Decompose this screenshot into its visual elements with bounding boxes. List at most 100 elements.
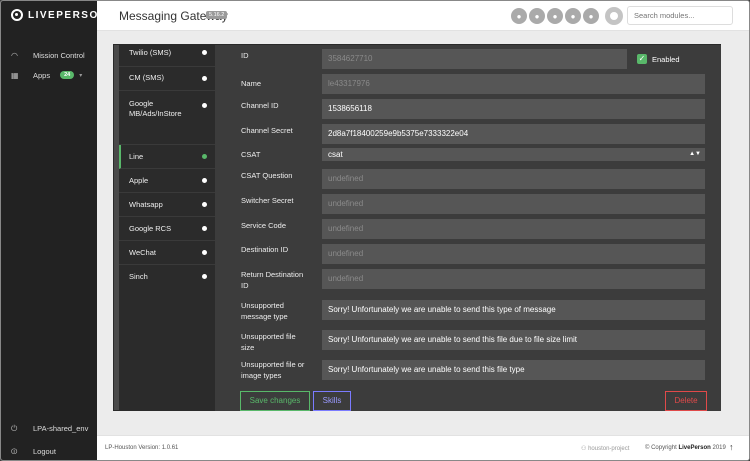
unsupported-file-size-label: Unsupported file size bbox=[241, 331, 296, 353]
unsupported-file-types-field[interactable]: Sorry! Unfortunately we are unable to se… bbox=[322, 360, 705, 380]
service-code-field[interactable]: undefined bbox=[322, 219, 705, 239]
sidebar-item-label: Apps bbox=[33, 70, 51, 80]
app-window: LIVEPERSON ◠ Mission Control ▦ Apps 24 ▾… bbox=[0, 0, 750, 461]
sidebar-item-logout[interactable]: ⏼ Logout bbox=[1, 440, 97, 460]
enabled-checkbox[interactable]: ✓ Enabled bbox=[637, 54, 680, 64]
logo[interactable]: LIVEPERSON bbox=[11, 9, 107, 21]
return-destination-id-label-line1: Return Destination bbox=[241, 270, 304, 279]
user-avatar-icon[interactable]: ● bbox=[565, 8, 581, 24]
footer: LP-Houston Version: 1.0.61 ⚇ houston-pro… bbox=[97, 435, 749, 460]
channel-item-sinch[interactable]: Sinch bbox=[119, 265, 215, 289]
channel-item-cm[interactable]: CM (SMS) bbox=[119, 67, 215, 91]
header: Messaging Gateway 5.16.2 ● ● ● ● ● bbox=[97, 1, 749, 31]
return-destination-id-field[interactable]: undefined bbox=[322, 269, 705, 289]
channel-item-whatsapp[interactable]: Whatsapp bbox=[119, 193, 215, 217]
channel-label: Google MB/Ads/InStore bbox=[129, 99, 182, 118]
search-input[interactable] bbox=[627, 6, 733, 25]
status-dot-icon bbox=[202, 154, 207, 159]
channel-id-field[interactable]: 1538656118 bbox=[322, 99, 705, 119]
service-code-label: Service Code bbox=[241, 221, 287, 230]
delete-button[interactable]: Delete bbox=[665, 391, 707, 411]
channel-label: Apple bbox=[129, 176, 149, 185]
channel-secret-label: Channel Secret bbox=[241, 126, 293, 135]
channel-item-google-mb[interactable]: Google MB/Ads/InStore bbox=[119, 91, 215, 145]
project-name: houston-project bbox=[588, 446, 630, 452]
unsupported-file-types-label: Unsupported file or image types bbox=[241, 359, 304, 381]
channel-label: Whatsapp bbox=[129, 200, 163, 209]
channel-item-twilio[interactable]: Twilio (SMS) bbox=[119, 45, 215, 67]
sidebar-item-mission-control[interactable]: ◠ Mission Control bbox=[1, 45, 97, 65]
channel-label: Line bbox=[129, 152, 144, 161]
channel-form: ID 3584627710 ✓ Enabled Name le43317976 … bbox=[215, 45, 721, 411]
project-link[interactable]: ⚇ houston-project bbox=[581, 445, 629, 452]
save-changes-button[interactable]: Save changes bbox=[240, 391, 310, 411]
status-dot-icon bbox=[202, 50, 207, 55]
user-avatar-icon[interactable]: ● bbox=[547, 8, 563, 24]
sidebar-bottom: ⏻ LPA-shared_env ⏼ Logout bbox=[1, 417, 97, 460]
sidebar-item-env[interactable]: ⏻ LPA-shared_env bbox=[1, 417, 97, 440]
switcher-secret-label: Switcher Secret bbox=[241, 196, 294, 205]
csat-select-value: csat bbox=[328, 150, 343, 159]
unsupported-message-type-label-line1: Unsupported bbox=[241, 301, 284, 310]
side-nav: ◠ Mission Control ▦ Apps 24 ▾ bbox=[1, 45, 97, 85]
copyright-prefix: © Copyright bbox=[645, 445, 677, 451]
checkmark-icon: ✓ bbox=[637, 54, 647, 64]
status-dot-icon bbox=[202, 76, 207, 81]
enabled-label: Enabled bbox=[652, 54, 680, 64]
unsupported-file-types-label-line2: image types bbox=[241, 371, 282, 380]
channel-id-label: Channel ID bbox=[241, 101, 279, 110]
channel-config-panel: Twilio (SMS) CM (SMS) Google MB/Ads/InSt… bbox=[113, 44, 721, 411]
sidebar-item-label: LPA-shared_env bbox=[33, 424, 89, 433]
channel-label: WeChat bbox=[129, 248, 156, 257]
return-destination-id-label: Return Destination ID bbox=[241, 269, 303, 291]
user-avatar-icon[interactable]: ● bbox=[583, 8, 599, 24]
csat-question-field[interactable]: undefined bbox=[322, 169, 705, 189]
grid-icon: ▦ bbox=[11, 70, 19, 80]
github-icon[interactable] bbox=[605, 7, 623, 25]
csat-question-label: CSAT Question bbox=[241, 171, 293, 180]
scroll-top-icon[interactable]: ↑ bbox=[729, 442, 734, 452]
channel-label: Google RCS bbox=[129, 224, 172, 233]
power-icon: ⏻ bbox=[11, 423, 18, 433]
channel-secret-field[interactable]: 2d8a7f18400259e9b5375e7333322e04 bbox=[322, 124, 705, 144]
unsupported-message-type-label: Unsupported message type bbox=[241, 300, 288, 322]
unsupported-message-type-field[interactable]: Sorry! Unfortunately we are unable to se… bbox=[322, 300, 705, 320]
channel-item-line[interactable]: Line bbox=[119, 145, 215, 169]
channel-label: Sinch bbox=[129, 272, 148, 281]
csat-select[interactable]: csat ▲▼ bbox=[322, 148, 705, 161]
destination-id-field[interactable]: undefined bbox=[322, 244, 705, 264]
status-dot-icon bbox=[202, 226, 207, 231]
sidebar-item-apps[interactable]: ▦ Apps 24 ▾ bbox=[1, 65, 97, 85]
unsupported-message-type-label-line2: message type bbox=[241, 312, 288, 321]
destination-id-label: Destination ID bbox=[241, 245, 289, 254]
app-version-text: LP-Houston Version: 1.0.61 bbox=[105, 445, 179, 451]
channel-item-google-rcs[interactable]: Google RCS bbox=[119, 217, 215, 241]
user-avatar-icon[interactable]: ● bbox=[529, 8, 545, 24]
switcher-secret-field[interactable]: undefined bbox=[322, 194, 705, 214]
id-field[interactable]: 3584627710 bbox=[322, 49, 627, 69]
status-dot-icon bbox=[202, 274, 207, 279]
channel-item-wechat[interactable]: WeChat bbox=[119, 241, 215, 265]
status-dot-icon bbox=[202, 250, 207, 255]
liveperson-logo-icon bbox=[11, 9, 23, 21]
name-label: Name bbox=[241, 79, 262, 88]
unsupported-file-size-label-line2: size bbox=[241, 343, 255, 352]
skills-button[interactable]: Skills bbox=[313, 391, 351, 411]
github-small-icon: ⚇ bbox=[581, 446, 587, 452]
logout-icon: ⏼ bbox=[11, 446, 18, 456]
unsupported-file-size-field[interactable]: Sorry! Unfortunately we are unable to se… bbox=[322, 330, 705, 350]
user-avatar-icon[interactable]: ● bbox=[511, 8, 527, 24]
status-dot-icon bbox=[202, 103, 207, 108]
status-dot-icon bbox=[202, 202, 207, 207]
select-arrows-icon: ▲▼ bbox=[689, 151, 701, 157]
name-field[interactable]: le43317976 bbox=[322, 74, 705, 94]
sidebar-item-label: Logout bbox=[33, 447, 56, 456]
sidebar: LIVEPERSON ◠ Mission Control ▦ Apps 24 ▾… bbox=[1, 1, 106, 460]
channel-label: Twilio (SMS) bbox=[129, 48, 172, 57]
return-destination-id-label-line2: ID bbox=[241, 281, 249, 290]
channel-item-apple[interactable]: Apple bbox=[119, 169, 215, 193]
dashboard-icon: ◠ bbox=[11, 50, 18, 60]
status-dot-icon bbox=[202, 178, 207, 183]
copyright-year: 2019 bbox=[712, 445, 726, 451]
unsupported-file-size-label-line1: Unsupported file bbox=[241, 332, 296, 341]
